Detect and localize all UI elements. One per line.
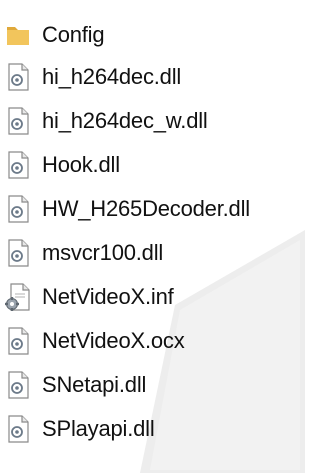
file-name: hi_h264dec_w.dll xyxy=(42,108,208,133)
file-item-netvideox-inf[interactable]: NetVideoX.inf xyxy=(0,275,300,319)
file-item-hi-h264dec-w-dll[interactable]: hi_h264dec_w.dll xyxy=(0,99,300,143)
file-item-snetapi-dll[interactable]: SNetapi.dll xyxy=(0,363,300,407)
file-name: SNetapi.dll xyxy=(42,372,147,397)
file-name: NetVideoX.ocx xyxy=(42,328,185,353)
dll-file-icon xyxy=(8,63,29,91)
file-name: msvcr100.dll xyxy=(42,240,164,265)
folder-icon xyxy=(7,27,29,45)
file-name: hi_h264dec.dll xyxy=(42,64,182,89)
dll-file-icon xyxy=(8,327,29,355)
file-name: SPlayapi.dll xyxy=(42,416,155,441)
inf-file-icon xyxy=(5,283,30,311)
dll-file-icon xyxy=(8,151,29,179)
file-item-netvideox-ocx[interactable]: NetVideoX.ocx xyxy=(0,319,300,363)
file-name: Hook.dll xyxy=(42,152,120,177)
file-list: Config hi_h264dec.dll hi_h264dec_w.dll H… xyxy=(0,0,305,473)
dll-file-icon xyxy=(8,371,29,399)
file-name: Config xyxy=(42,22,105,47)
file-item-msvcr100-dll[interactable]: msvcr100.dll xyxy=(0,231,300,275)
file-item-hook-dll[interactable]: Hook.dll xyxy=(0,143,300,187)
file-name: NetVideoX.inf xyxy=(42,284,174,309)
file-item-hi-h264dec-dll[interactable]: hi_h264dec.dll xyxy=(0,55,300,99)
file-item-config[interactable]: Config xyxy=(0,13,300,57)
dll-file-icon xyxy=(8,239,29,267)
dll-file-icon xyxy=(8,107,29,135)
file-item-hw-h265decoder-dll[interactable]: HW_H265Decoder.dll xyxy=(0,187,300,231)
file-item-splayapi-dll[interactable]: SPlayapi.dll xyxy=(0,407,300,451)
file-name: HW_H265Decoder.dll xyxy=(42,196,250,221)
dll-file-icon xyxy=(8,415,29,443)
dll-file-icon xyxy=(8,195,29,223)
